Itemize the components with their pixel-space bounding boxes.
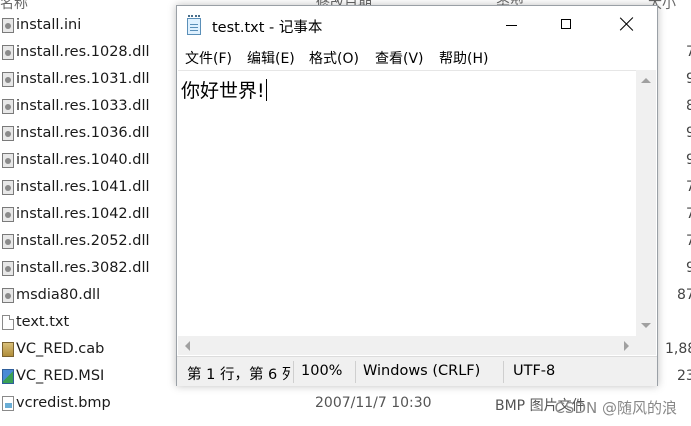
file-size: 23 — [677, 368, 691, 384]
status-bar: 第 1 行，第 6 列 100% Windows (CRLF) UTF-8 — [177, 356, 657, 386]
close-icon — [619, 16, 635, 32]
file-size: 9 — [686, 125, 691, 141]
menu-bar: 文件(F) 编辑(E) 格式(O) 查看(V) 帮助(H) — [177, 44, 657, 70]
scroll-up-arrow-icon[interactable] — [641, 78, 651, 83]
text-caret — [265, 79, 267, 101]
file-name: text.txt — [16, 314, 70, 330]
file-name: install.res.1041.dll — [16, 179, 150, 195]
file-name: msdia80.dll — [16, 287, 101, 303]
menu-help[interactable]: 帮助(H) — [439, 48, 488, 68]
window-title: test.txt - 记事本 — [212, 20, 323, 36]
file-name: vcredist.bmp — [16, 395, 111, 411]
file-size: 9 — [686, 260, 691, 276]
file-size: 7 — [686, 206, 691, 222]
installer-file-icon — [2, 369, 14, 384]
notepad-window: test.txt - 记事本 文件(F) 编辑(E) 格式(O) 查看(V) 帮… — [176, 5, 658, 386]
file-size: 1,88 — [665, 341, 691, 357]
title-bar[interactable]: test.txt - 记事本 — [177, 6, 657, 44]
file-name: VC_RED.MSI — [16, 368, 105, 384]
file-size: 9 — [686, 152, 691, 168]
status-separator — [293, 361, 294, 383]
dll-file-icon — [2, 45, 14, 60]
horizontal-scrollbar[interactable] — [178, 336, 636, 355]
dll-file-icon — [2, 234, 14, 249]
maximize-button[interactable] — [538, 6, 596, 44]
file-size: 87 — [677, 287, 691, 303]
menu-format[interactable]: 格式(O) — [309, 48, 359, 68]
file-name: install.ini — [16, 17, 82, 33]
status-separator — [355, 361, 356, 383]
dll-file-icon — [2, 153, 14, 168]
menu-edit[interactable]: 编辑(E) — [247, 48, 295, 68]
dll-file-icon — [2, 288, 14, 303]
vertical-scrollbar[interactable] — [636, 70, 656, 336]
file-name: install.res.1033.dll — [16, 98, 150, 114]
file-size: 7 — [686, 179, 691, 195]
dll-file-icon — [2, 261, 14, 276]
file-size: 7 — [686, 233, 691, 249]
file-size: 8 — [686, 98, 691, 114]
bitmap-file-icon — [2, 396, 14, 411]
status-separator — [503, 361, 504, 383]
status-line-ending: Windows (CRLF) — [363, 363, 481, 379]
dll-file-icon — [2, 72, 14, 87]
text-file-icon — [2, 315, 14, 330]
file-date: 2007/11/7 10:30 — [315, 395, 432, 411]
close-button[interactable] — [597, 6, 655, 44]
settings-file-icon — [2, 18, 14, 33]
dll-file-icon — [2, 207, 14, 222]
file-size: 9 — [686, 71, 691, 87]
minimize-button[interactable] — [484, 6, 542, 44]
column-header-name[interactable]: 名称 — [0, 0, 28, 13]
file-name: VC_RED.cab — [16, 341, 105, 357]
file-size: 7 — [686, 44, 691, 60]
editor-content: 你好世界! — [181, 79, 267, 102]
status-encoding: UTF-8 — [513, 363, 556, 379]
cabinet-file-icon — [2, 342, 14, 357]
menu-view[interactable]: 查看(V) — [375, 48, 424, 68]
file-name: install.res.2052.dll — [16, 233, 150, 249]
text-editor-area[interactable]: 你好世界! — [178, 70, 636, 337]
scroll-right-arrow-icon[interactable] — [624, 341, 629, 351]
scroll-left-arrow-icon[interactable] — [185, 341, 190, 351]
watermark: CSDN @随风的浪 — [554, 399, 677, 417]
notepad-app-icon[interactable] — [186, 15, 202, 35]
status-cursor-position: 第 1 行，第 6 列 — [187, 367, 291, 383]
scroll-down-arrow-icon[interactable] — [641, 323, 651, 328]
dll-file-icon — [2, 180, 14, 195]
scrollbar-corner — [636, 336, 656, 355]
file-name: install.res.1028.dll — [16, 44, 150, 60]
file-name: install.res.1031.dll — [16, 71, 150, 87]
file-name: install.res.1040.dll — [16, 152, 150, 168]
file-name: install.res.1036.dll — [16, 125, 150, 141]
dll-file-icon — [2, 126, 14, 141]
dll-file-icon — [2, 99, 14, 114]
status-zoom: 100% — [301, 363, 343, 379]
menu-file[interactable]: 文件(F) — [185, 48, 232, 68]
file-name: install.res.3082.dll — [16, 260, 150, 276]
file-name: install.res.1042.dll — [16, 206, 150, 222]
